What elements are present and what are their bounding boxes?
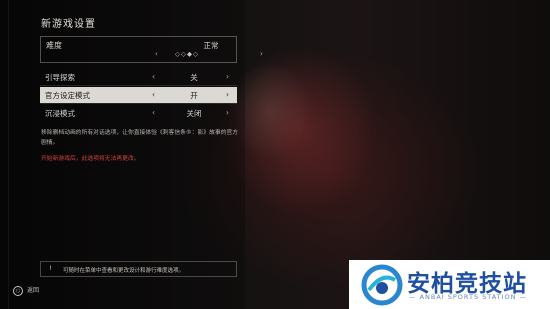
logo-english-text: — ANBAI SPORTS STATION — — [409, 293, 528, 301]
option-label: 沉浸模式 — [45, 109, 75, 118]
divider — [40, 103, 237, 104]
difficulty-label: 难度 — [46, 41, 62, 50]
watermark-logo: 安柏竞技站 — ANBAI SPORTS STATION — — [349, 260, 550, 309]
prev-arrow-icon[interactable]: ‹ — [152, 90, 155, 99]
next-arrow-icon[interactable]: › — [226, 72, 229, 81]
option-label: 引导探索 — [45, 73, 75, 82]
next-arrow-icon[interactable]: › — [226, 108, 229, 117]
back-button[interactable]: ○ 返回 — [13, 285, 39, 296]
divider — [40, 85, 237, 86]
warning-text: 开始新游戏后，此选项将无法再更改。 — [41, 156, 140, 162]
frame-line — [8, 0, 9, 309]
option-value: 关 — [190, 73, 198, 82]
tip-text: 可随时在菜单中查看和更改设计和游行难度选项。 — [63, 268, 185, 274]
logo-emblem-icon — [361, 264, 403, 306]
option-row-immersive-mode[interactable]: 沉浸模式 ‹ 关闭 › — [40, 105, 237, 121]
option-description: 移除删档动画的所有对话选项，让你直接体验《刺客信条®：影》故事的官方剧情。 — [41, 130, 239, 146]
option-row-guided-exploration[interactable]: 引导探索 ‹ 关 › — [40, 69, 237, 85]
option-value: 开 — [190, 91, 198, 100]
next-arrow-icon[interactable]: › — [226, 90, 229, 99]
info-tip: ! 可随时在菜单中查看和更改设计和游行难度选项。 — [40, 261, 237, 277]
difficulty-selector[interactable]: 难度 正常 ‹ ◇◇◆◇ › — [40, 36, 263, 63]
option-value: 关闭 — [186, 109, 202, 118]
prev-arrow-icon[interactable]: ‹ — [152, 108, 155, 117]
option-row-canon-mode[interactable]: 官方设定模式 ‹ 开 › — [40, 87, 237, 103]
option-label: 官方设定模式 — [45, 91, 90, 100]
info-icon: ! — [49, 265, 52, 272]
circle-button-icon: ○ — [13, 285, 23, 296]
prev-arrow-icon[interactable]: ‹ — [152, 72, 155, 81]
difficulty-prev-arrow-icon[interactable]: ‹ — [155, 50, 158, 58]
back-label: 返回 — [27, 287, 40, 294]
difficulty-next-arrow-icon[interactable]: › — [260, 50, 263, 58]
page-title: 新游戏设置 — [41, 19, 96, 30]
difficulty-level-pips: ◇◇◆◇ — [175, 50, 199, 58]
